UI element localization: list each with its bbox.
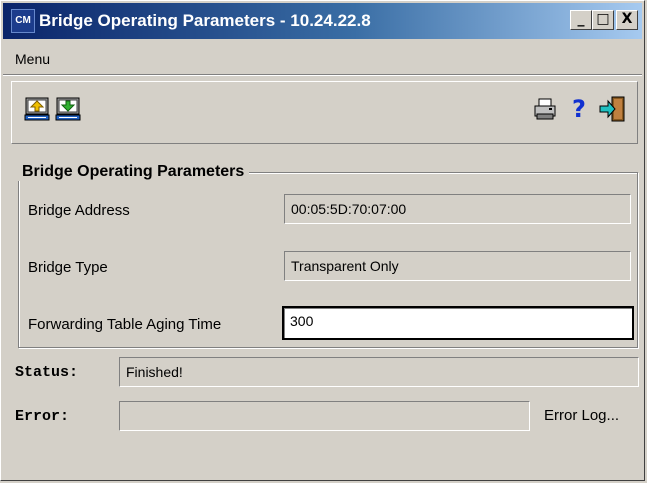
- help-glyph: ?: [572, 95, 586, 123]
- menu-item-menu[interactable]: Menu: [15, 51, 50, 67]
- window-title: Bridge Operating Parameters - 10.24.22.8: [39, 11, 371, 30]
- close-button[interactable]: X: [616, 10, 638, 30]
- print-icon[interactable]: [532, 95, 560, 123]
- app-logo-icon: CM: [11, 9, 35, 33]
- help-icon[interactable]: ?: [565, 95, 593, 123]
- error-log-link[interactable]: Error Log...: [544, 407, 619, 424]
- menu-divider: [3, 74, 642, 76]
- title-bar[interactable]: CM Bridge Operating Parameters - 10.24.2…: [3, 3, 642, 39]
- status-label: Status:: [15, 364, 79, 381]
- aging-time-input[interactable]: 300: [282, 306, 634, 340]
- error-label: Error:: [15, 408, 70, 425]
- bridge-type-label: Bridge Type: [28, 259, 108, 276]
- minimize-button[interactable]: _: [570, 10, 592, 30]
- aging-time-label: Forwarding Table Aging Time: [28, 316, 222, 333]
- exit-icon[interactable]: [598, 95, 626, 123]
- maximize-button[interactable]: □: [592, 10, 614, 30]
- status-field: Finished!: [119, 357, 639, 387]
- bridge-address-field: 00:05:5D:70:07:00: [284, 194, 631, 224]
- download-icon[interactable]: [55, 95, 83, 123]
- toolbar: ?: [11, 81, 638, 144]
- error-field: [119, 401, 530, 431]
- group-title: Bridge Operating Parameters: [17, 163, 250, 181]
- bridge-address-label: Bridge Address: [28, 202, 130, 219]
- menu-bar: Menu: [15, 51, 50, 67]
- upload-icon[interactable]: [24, 95, 52, 123]
- bridge-type-field: Transparent Only: [284, 251, 631, 281]
- app-window: CM Bridge Operating Parameters - 10.24.2…: [0, 0, 645, 481]
